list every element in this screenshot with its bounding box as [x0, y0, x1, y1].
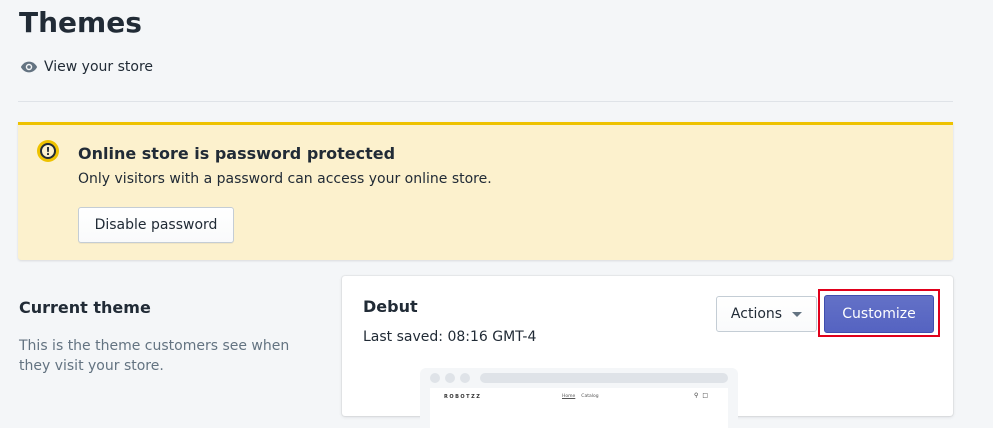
- view-store-label: View your store: [44, 59, 154, 75]
- actions-label: Actions: [730, 306, 783, 322]
- password-protected-banner: ! Online store is password protected Onl…: [18, 122, 953, 260]
- window-dot: [445, 373, 455, 383]
- caret-down-icon: [792, 311, 803, 317]
- last-saved-text: Last saved: 08:16 GMT-4: [363, 329, 537, 345]
- theme-name: Debut: [363, 297, 418, 316]
- theme-preview-thumbnail: ROBOTZZ Home Catalog ⚲ □: [420, 368, 738, 428]
- banner-text: Only visitors with a password can access…: [78, 171, 492, 187]
- preview-tools: ⚲ □: [694, 392, 708, 399]
- page-title: Themes: [19, 6, 142, 39]
- current-theme-title: Current theme: [19, 298, 151, 317]
- banner-title: Online store is password protected: [78, 144, 396, 163]
- actions-dropdown-button[interactable]: Actions: [716, 296, 817, 332]
- cart-icon: □: [702, 392, 709, 399]
- preview-site: ROBOTZZ Home Catalog ⚲ □: [430, 388, 728, 428]
- current-theme-description: This is the theme customers see when the…: [19, 338, 290, 374]
- warning-circle-icon: !: [37, 140, 59, 162]
- preview-url-bar: [480, 373, 728, 383]
- window-dot: [430, 373, 440, 383]
- view-store-link[interactable]: View your store: [20, 58, 153, 76]
- eye-icon: [20, 61, 38, 73]
- customize-button[interactable]: Customize: [824, 295, 934, 333]
- disable-password-button[interactable]: Disable password: [78, 207, 234, 243]
- search-icon: ⚲: [694, 392, 699, 399]
- preview-logo: ROBOTZZ: [444, 394, 482, 400]
- window-dot: [460, 373, 470, 383]
- current-theme-card: Debut Last saved: 08:16 GMT-4 Actions Cu…: [342, 276, 953, 428]
- header-divider: [18, 101, 953, 102]
- preview-nav: Home Catalog: [562, 394, 599, 399]
- preview-nav-item: Catalog: [581, 394, 599, 399]
- preview-nav-item: Home: [562, 394, 576, 399]
